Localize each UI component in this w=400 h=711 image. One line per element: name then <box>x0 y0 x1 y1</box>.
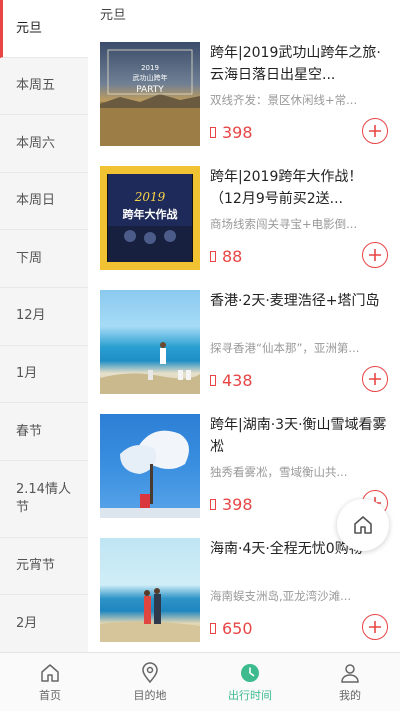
product-info: 跨年|2019跨年大作战！（12月9号前买2送... 商场线索闯关寻宝+电影倒.… <box>200 166 388 270</box>
category-sidebar: 元旦 本周五 本周六 本周日 下周 12月 1月 春节 2.14情人节 元宵节 … <box>0 0 88 653</box>
currency-icon <box>210 251 216 262</box>
section-title: 元旦 <box>100 8 127 23</box>
thumb-text-year: 2019 <box>141 64 159 72</box>
product-price: 650 <box>210 619 253 638</box>
home-icon <box>354 516 372 534</box>
price-value: 398 <box>222 123 253 142</box>
product-subtitle: 独秀看雾凇，雪域衡山共... <box>210 465 348 479</box>
sidebar-item-label: 下周 <box>16 250 43 266</box>
tab-home[interactable]: 首页 <box>0 653 100 711</box>
tab-label: 出行时间 <box>228 688 272 702</box>
sidebar-item-label: 春节 <box>16 423 43 439</box>
plus-icon <box>369 249 381 261</box>
tab-mine[interactable]: 我的 <box>300 653 400 711</box>
sidebar-item-label: 本周六 <box>16 135 56 151</box>
product-title: 跨年|2019跨年大作战！（12月9号前买2送... <box>210 169 363 207</box>
product-subtitle: 海南蜈支洲岛,亚龙湾沙滩... <box>210 589 352 603</box>
plus-icon <box>369 621 381 633</box>
thumb-text-name: 武功山跨年 <box>133 73 168 82</box>
plus-icon <box>369 125 381 137</box>
thumbnail-image <box>100 430 200 518</box>
clock-icon <box>241 663 259 682</box>
thumb-text-year: 2019 <box>134 190 166 204</box>
floating-home-button[interactable] <box>337 499 389 551</box>
tab-travel-time[interactable]: 出行时间 <box>200 653 300 711</box>
sidebar-item-this-saturday[interactable]: 本周六 <box>0 115 88 173</box>
product-title: 香港·2天·麦理浩径+塔门岛 <box>210 293 380 309</box>
sidebar-item-label: 本周日 <box>16 193 56 209</box>
product-price: 398 <box>210 495 253 514</box>
sidebar-item-label: 本周五 <box>16 78 56 94</box>
thumb-text-party: PARTY <box>136 85 164 95</box>
sidebar-item-label: 元旦 <box>16 20 43 36</box>
sidebar-item-february[interactable]: 2月 <box>0 595 88 653</box>
sidebar-item-yuandan[interactable]: 元旦 <box>0 0 88 58</box>
currency-icon <box>210 375 216 386</box>
product-subtitle: 双线齐发：景区休闲线+常... <box>210 93 358 107</box>
add-button[interactable] <box>362 118 388 144</box>
product-thumbnail <box>100 414 200 518</box>
product-price: 88 <box>210 247 242 266</box>
tab-label: 目的地 <box>133 688 167 702</box>
product-price: 438 <box>210 371 253 390</box>
thumbnail-image <box>100 588 200 642</box>
thumbnail-image <box>100 342 200 394</box>
product-info: 香港·2天·麦理浩径+塔门岛 探寻香港“仙本那”，亚洲第... 438 <box>200 290 388 394</box>
home-icon <box>41 663 59 682</box>
product-info: 跨年|2019武功山跨年之旅·云海日落日出星空... 双线齐发：景区休闲线+常.… <box>200 42 388 146</box>
tab-label: 我的 <box>339 688 361 702</box>
sidebar-item-label: 12月 <box>16 308 46 324</box>
product-title: 跨年|湖南·3天·衡山雪域看雾凇 <box>210 417 387 455</box>
price-value: 88 <box>222 247 243 266</box>
product-thumbnail: 2019 武功山跨年 PARTY <box>100 42 200 146</box>
sidebar-item-valentines[interactable]: 2.14情人节 <box>0 461 88 538</box>
product-thumbnail <box>100 290 200 394</box>
sidebar-item-label: 元宵节 <box>16 558 56 574</box>
sidebar-item-next-week[interactable]: 下周 <box>0 230 88 288</box>
sidebar-item-spring-festival[interactable]: 春节 <box>0 403 88 461</box>
product-list: 元旦 2019 武功山跨年 PARTY 跨年|2019武功山跨年之旅·云海日落日… <box>88 0 400 652</box>
sidebar-item-december[interactable]: 12月 <box>0 288 88 346</box>
add-button[interactable] <box>362 614 388 640</box>
product-subtitle: 商场线索闯关寻宝+电影倒... <box>210 217 358 231</box>
thumbnail-image: 2019 武功山跨年 PARTY <box>100 49 200 146</box>
product-title: 跨年|2019武功山跨年之旅·云海日落日出星空... <box>210 45 381 83</box>
currency-icon <box>210 499 216 510</box>
sidebar-item-label: 1月 <box>16 366 38 382</box>
thumb-text-title: 跨年大作战 <box>123 207 178 221</box>
user-icon <box>341 663 359 683</box>
product-subtitle: 探寻香港“仙本那”，亚洲第... <box>210 341 360 355</box>
price-value: 398 <box>222 495 253 514</box>
sidebar-item-label: 2.14情人节 <box>16 482 71 515</box>
product-info: 海南·4天·全程无忧0购物 海南蜈支洲岛,亚龙湾沙滩... 650 <box>200 538 388 642</box>
sidebar-item-this-friday[interactable]: 本周五 <box>0 58 88 116</box>
price-value: 650 <box>222 619 253 638</box>
product-thumbnail <box>100 538 200 642</box>
bottom-tab-bar: 首页 目的地 出行时间 我的 <box>0 652 400 711</box>
product-card[interactable]: 2019 跨年大作战 跨年|2019跨年大作战！（12月9号前买2送... 商场… <box>88 156 400 280</box>
location-pin-icon <box>142 661 158 683</box>
product-card[interactable]: 2019 武功山跨年 PARTY 跨年|2019武功山跨年之旅·云海日落日出星空… <box>88 32 400 156</box>
thumbnail-image: 2019 跨年大作战 <box>100 166 200 270</box>
price-value: 438 <box>222 371 253 390</box>
sidebar-item-this-sunday[interactable]: 本周日 <box>0 173 88 231</box>
tab-destination[interactable]: 目的地 <box>100 653 200 711</box>
plus-icon <box>369 373 381 385</box>
sidebar-item-lantern-festival[interactable]: 元宵节 <box>0 538 88 596</box>
sidebar-item-label: 2月 <box>16 615 38 631</box>
product-card[interactable]: 香港·2天·麦理浩径+塔门岛 探寻香港“仙本那”，亚洲第... 438 <box>88 280 400 404</box>
tab-label: 首页 <box>39 688 61 702</box>
currency-icon <box>210 623 216 634</box>
add-button[interactable] <box>362 242 388 268</box>
add-button[interactable] <box>362 366 388 392</box>
product-thumbnail: 2019 跨年大作战 <box>100 166 200 270</box>
product-price: 398 <box>210 123 253 142</box>
sidebar-item-january[interactable]: 1月 <box>0 346 88 404</box>
currency-icon <box>210 127 216 138</box>
